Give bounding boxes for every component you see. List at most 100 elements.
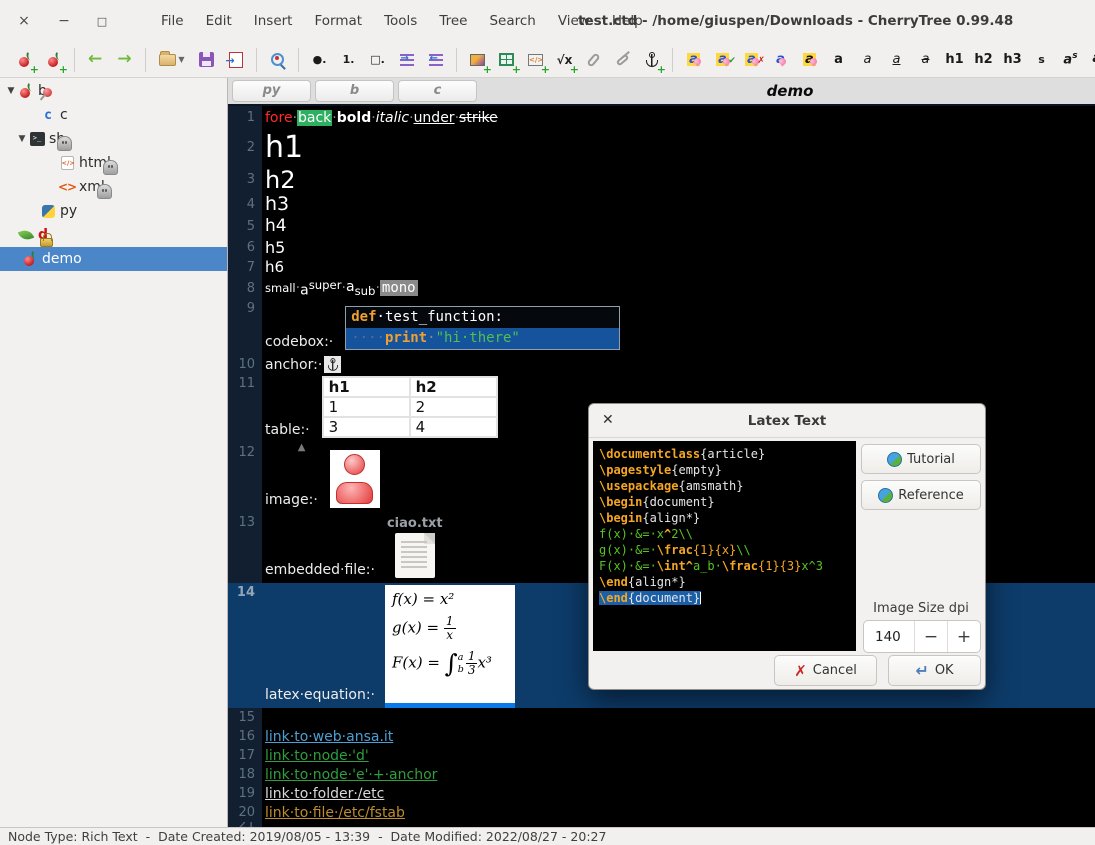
table-header-cell[interactable]: h1 — [323, 377, 410, 397]
dpi-increment-button[interactable]: + — [947, 621, 980, 652]
tree-node-py[interactable]: py — [0, 199, 227, 223]
web-link[interactable]: link·to·web·ansa.it — [265, 729, 393, 745]
editor-line[interactable]: 15 — [228, 708, 1095, 727]
node-anchor-link[interactable]: link·to·node·'e'·+·anchor — [265, 767, 437, 783]
color-apply-button[interactable]: a✔ — [710, 47, 735, 72]
menu-tools[interactable]: Tools — [373, 9, 428, 33]
h2-button[interactable]: h2 — [971, 47, 996, 72]
bookmark-button-c[interactable]: c — [398, 80, 477, 102]
editor-line[interactable]: 16link·to·web·ansa.it — [228, 727, 1095, 746]
insert-image-button[interactable]: + — [465, 47, 490, 72]
editor-line[interactable]: 20link·to·file·/etc/fstab — [228, 803, 1095, 822]
editor-line[interactable]: 21 — [228, 822, 1095, 827]
attach-file-button[interactable] — [581, 47, 606, 72]
editor-line[interactable]: 5h4 — [228, 215, 1095, 237]
table-cell[interactable]: 4 — [410, 417, 497, 437]
todo-list-button[interactable]: □. — [365, 47, 390, 72]
window-minimize-icon[interactable]: − — [54, 13, 74, 29]
window-close-icon[interactable]: × — [14, 13, 34, 29]
insert-anchor-button[interactable]: + — [639, 47, 664, 72]
tree-node-b[interactable]: ▼ b — [0, 79, 227, 103]
color-picker-button[interactable]: a — [681, 47, 706, 72]
image-object[interactable]: ▲ — [330, 450, 380, 508]
italic-button[interactable]: a — [855, 47, 880, 72]
tree-node-sh[interactable]: ▼ sh — [0, 127, 227, 151]
table-object[interactable]: h1h2 12 34 — [322, 376, 498, 438]
table-cell[interactable]: 2 — [410, 397, 497, 417]
background-color-button[interactable]: a — [797, 47, 822, 72]
subscript-button[interactable]: as — [1087, 47, 1095, 72]
tree-node-c[interactable]: c c — [0, 103, 227, 127]
table-cell[interactable]: 3 — [323, 417, 410, 437]
new-node-button[interactable]: + — [12, 47, 37, 72]
editor-line[interactable]: 1 fore·back·bold·italic·under·strike — [228, 106, 1095, 129]
find-button[interactable] — [265, 47, 290, 72]
expander-icon[interactable]: ▼ — [16, 134, 28, 144]
h1-button[interactable]: h1 — [942, 47, 967, 72]
editor-line[interactable]: 8 small·asuper·asub·mono — [228, 277, 1095, 299]
menu-search[interactable]: Search — [478, 9, 546, 33]
superscript-button[interactable]: as — [1058, 47, 1083, 72]
insert-codebox-button[interactable]: + — [523, 47, 548, 72]
editor-line[interactable]: 10 anchor:· — [228, 355, 1095, 374]
editor-line[interactable]: 2h1 — [228, 129, 1095, 166]
cancel-button[interactable]: ✗Cancel — [774, 655, 877, 686]
menu-tree[interactable]: Tree — [428, 9, 478, 33]
menu-format[interactable]: Format — [303, 9, 373, 33]
dialog-close-icon[interactable]: ✕ — [602, 412, 614, 428]
foreground-color-button[interactable]: a — [768, 47, 793, 72]
expander-icon[interactable]: ▼ — [5, 86, 17, 96]
unindent-button[interactable] — [423, 47, 448, 72]
bold-button[interactable]: a — [826, 47, 851, 72]
small-button[interactable]: s — [1029, 47, 1054, 72]
embedded-file-object[interactable]: ciao.txt — [387, 516, 443, 578]
table-header-cell[interactable]: h2 — [410, 377, 497, 397]
editor-line[interactable]: 17link·to·node·'d' — [228, 746, 1095, 765]
reference-button[interactable]: Reference — [861, 480, 981, 510]
tree-node-d[interactable]: d — [0, 223, 227, 247]
bookmark-button-b[interactable]: b — [315, 80, 394, 102]
node-link[interactable]: link·to·node·'d' — [265, 748, 369, 764]
insert-table-button[interactable]: + — [494, 47, 519, 72]
strikethrough-button[interactable]: a — [913, 47, 938, 72]
menu-file[interactable]: File — [150, 9, 195, 33]
color-clear-button[interactable]: a✗ — [739, 47, 764, 72]
editor-line[interactable]: 4h3 — [228, 193, 1095, 215]
tree-node-html[interactable]: html — [0, 151, 227, 175]
tree-node-demo[interactable]: demo — [0, 247, 227, 271]
h3-button[interactable]: h3 — [1000, 47, 1025, 72]
new-subnode-button[interactable]: + — [41, 47, 66, 72]
go-forward-button[interactable]: → — [112, 47, 137, 72]
menu-insert[interactable]: Insert — [243, 9, 304, 33]
bookmark-button-py[interactable]: py — [232, 80, 311, 102]
indent-button[interactable] — [394, 47, 419, 72]
editor-line[interactable]: 19link·to·folder·/etc — [228, 784, 1095, 803]
file-link[interactable]: link·to·file·/etc/fstab — [265, 805, 405, 821]
codebox-object[interactable]: def·test_function: ····print·"hi·there" — [345, 306, 620, 350]
table-cell[interactable]: 1 — [323, 397, 410, 417]
editor-line[interactable]: 7h6 — [228, 257, 1095, 277]
numbered-list-button[interactable]: 1. — [336, 47, 361, 72]
ok-button[interactable]: ↵OK — [888, 655, 981, 686]
underline-button[interactable]: a — [884, 47, 909, 72]
window-maximize-icon[interactable]: □ — [92, 15, 112, 28]
bullet-list-button[interactable]: ●. — [307, 47, 332, 72]
anchor-object[interactable] — [324, 356, 341, 373]
dpi-decrement-button[interactable]: − — [914, 621, 947, 652]
latex-equation-object[interactable]: f(x) = x² g(x) = 1x F(x) = ∫ab13x³ — [385, 585, 515, 703]
insert-link-button[interactable] — [610, 47, 635, 72]
dpi-value-field[interactable]: 140 — [864, 621, 914, 652]
editor-line[interactable]: 6h5 — [228, 237, 1095, 257]
save-button[interactable] — [194, 47, 219, 72]
tree-node-xml[interactable]: xml — [0, 175, 227, 199]
folder-link[interactable]: link·to·folder·/etc — [265, 786, 384, 802]
menu-edit[interactable]: Edit — [195, 9, 243, 33]
editor-line[interactable]: 9 codebox:· def·test_function: ····print… — [228, 299, 1095, 355]
editor-line[interactable]: 3h2 — [228, 166, 1095, 193]
tutorial-button[interactable]: Tutorial — [861, 444, 981, 474]
insert-latex-button[interactable]: √x+ — [552, 47, 577, 72]
save-as-button[interactable] — [223, 47, 248, 72]
go-back-button[interactable]: → — [83, 47, 108, 72]
editor-line[interactable]: 18link·to·node·'e'·+·anchor — [228, 765, 1095, 784]
open-file-button[interactable]: ▼ — [154, 47, 190, 72]
